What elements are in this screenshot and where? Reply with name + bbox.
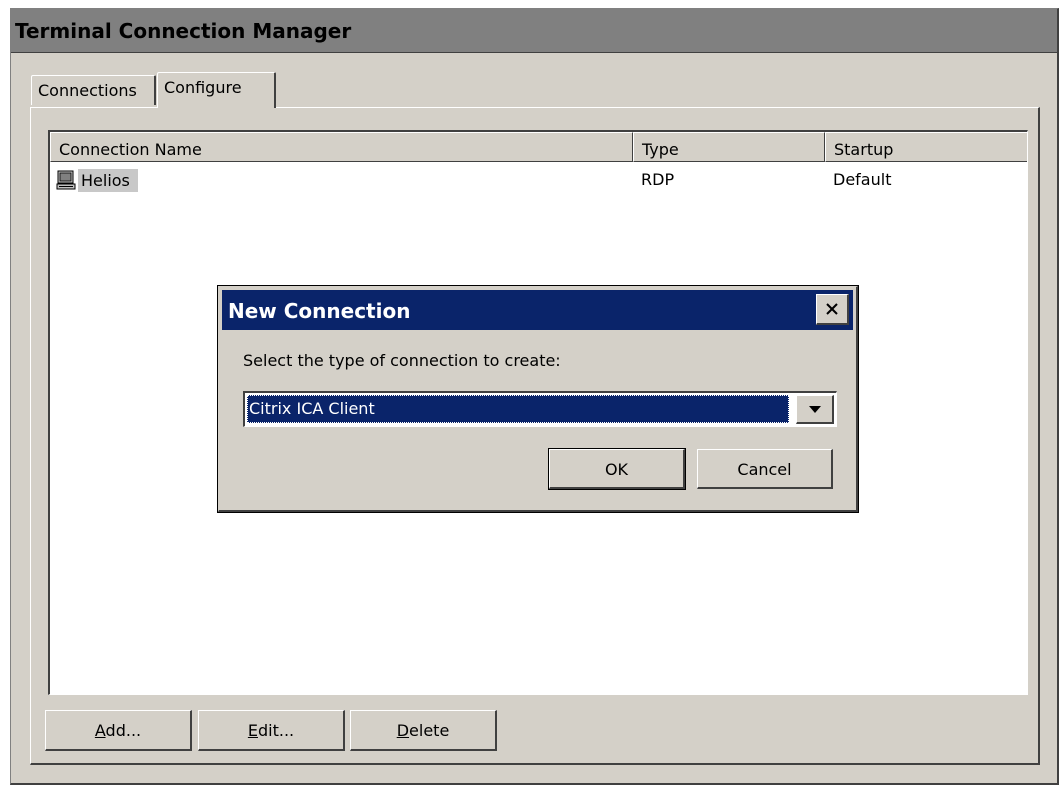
cancel-button[interactable]: Cancel (697, 449, 833, 489)
close-icon (826, 303, 838, 315)
list-header: Connection Name Type Startup (50, 132, 1027, 162)
delete-button[interactable]: Delete (350, 710, 497, 751)
new-connection-dialog: New Connection Select the type of connec… (217, 285, 859, 513)
list-item[interactable]: Helios RDP Default (50, 164, 1027, 194)
delete-button-label: elete (409, 721, 450, 740)
add-button-accel: A (94, 721, 106, 740)
ok-button[interactable]: OK (548, 448, 686, 490)
edit-button-accel: E (247, 721, 258, 740)
window-title: Terminal Connection Manager (15, 19, 352, 43)
list-item-name-text: Helios (78, 168, 138, 192)
dialog-prompt: Select the type of connection to create: (243, 351, 561, 370)
close-button[interactable] (816, 294, 849, 325)
list-item-startup: Default (833, 170, 892, 189)
connection-type-select[interactable]: Citrix ICA Client (243, 391, 837, 427)
column-header-connection-name[interactable]: Connection Name (50, 132, 633, 162)
edit-button-label: dit... (257, 721, 295, 740)
computer-icon (56, 170, 76, 190)
tab-configure[interactable]: Configure (157, 72, 276, 108)
tab-configure-label: Configure (164, 78, 242, 97)
add-button[interactable]: Add... (45, 710, 192, 751)
title-bar[interactable]: Terminal Connection Manager (11, 9, 1057, 53)
dialog-title: New Connection (228, 299, 411, 323)
dropdown-button[interactable] (796, 395, 834, 424)
edit-button[interactable]: Edit... (198, 710, 345, 751)
tab-connections-label: Connections (38, 81, 137, 100)
dialog-title-bar[interactable]: New Connection (222, 290, 853, 330)
chevron-down-icon (808, 405, 821, 413)
connection-type-value[interactable]: Citrix ICA Client (247, 395, 789, 423)
tab-connections[interactable]: Connections (31, 75, 156, 105)
column-header-startup[interactable]: Startup (825, 132, 1027, 162)
list-item-type: RDP (641, 170, 675, 189)
delete-button-accel: D (396, 721, 410, 740)
column-header-type[interactable]: Type (633, 132, 825, 162)
list-item-name[interactable]: Helios (56, 166, 138, 194)
add-button-label: dd... (105, 721, 142, 740)
